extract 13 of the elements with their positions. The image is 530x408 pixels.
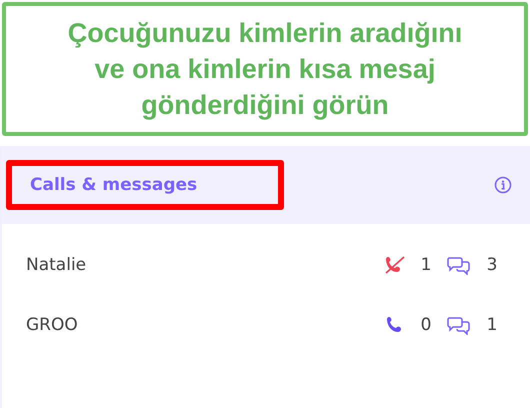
contact-name: GROO: [26, 315, 78, 335]
chat-bubbles-icon: [446, 315, 472, 335]
caption-line: Çocuğunuzu kimlerin aradığını: [68, 17, 462, 49]
caption-line: gönderdiğini görün: [141, 89, 389, 121]
message-count: 1: [486, 315, 498, 335]
panel-title: Calls & messages: [6, 160, 284, 210]
message-count: 3: [486, 255, 498, 275]
call-count: 0: [420, 315, 432, 335]
chat-bubbles-icon: [446, 255, 472, 275]
caption-line: ve ona kimlerin kısa mesaj: [94, 53, 436, 85]
call-count: 1: [420, 255, 432, 275]
contact-name: Natalie: [26, 255, 86, 275]
info-icon[interactable]: [494, 176, 512, 194]
